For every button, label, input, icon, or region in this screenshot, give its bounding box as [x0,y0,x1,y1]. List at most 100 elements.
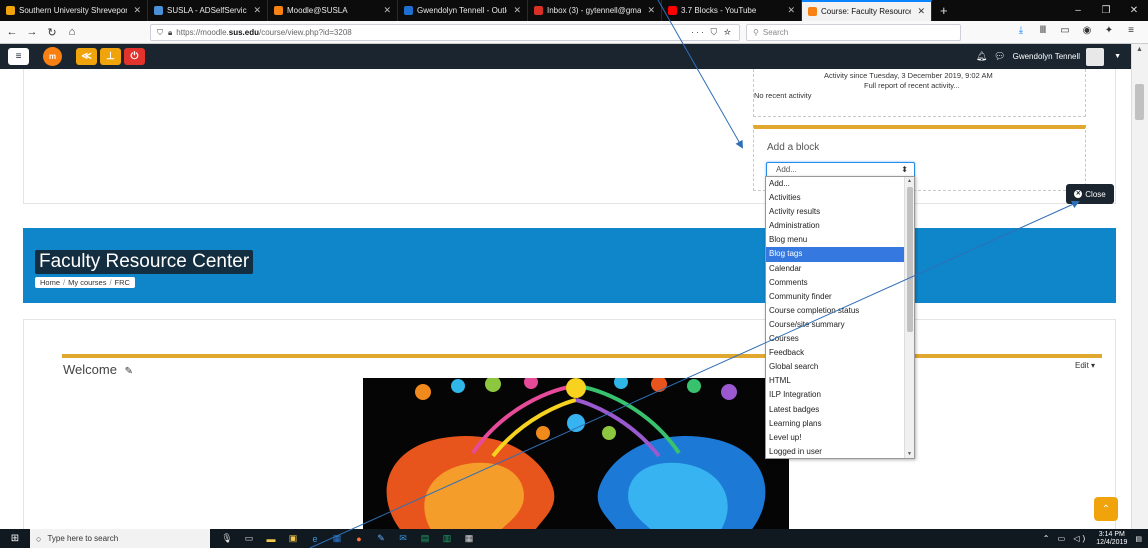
extensions-icon[interactable]: ✦ [1098,25,1120,36]
edge-icon[interactable]: e [304,529,326,548]
calculator-icon[interactable]: ▦ [458,529,480,548]
microphone-icon[interactable]: 🎙︎ [216,529,238,548]
dropdown-option[interactable]: Course completion status [766,304,905,318]
dropdown-scrollbar[interactable]: ▲ ▼ [904,177,914,458]
dropdown-options: Add... Activities Activity results Administ… [766,177,914,458]
dropdown-option[interactable]: HTML [766,374,905,388]
browser-search-input[interactable]: ⚲ Search [746,24,961,41]
breadcrumb-my-courses[interactable]: My courses [68,278,106,287]
download-icon[interactable]: ⤓ [1010,25,1032,36]
close-tab-icon[interactable]: ✕ [133,5,141,16]
excel-icon[interactable]: ▥ [436,529,458,548]
browser-tab-bar: Southern University Shrevepor ✕ SUSLA - … [0,0,1148,21]
windows-start-icon[interactable]: ⊞ [0,533,30,544]
paint-icon[interactable]: ✎ [370,529,392,548]
tab-gmail[interactable]: Inbox (3) - gytennell@gmail.co ✕ [528,0,662,21]
tab-outlook[interactable]: Gwendolyn Tennell - Outlook ✕ [398,0,528,21]
tab-moodle-susla[interactable]: Moodle@SUSLA ✕ [268,0,398,21]
close-tab-icon[interactable]: ✕ [787,5,795,16]
clock[interactable]: 3:14 PM 12/4/2019 [1096,531,1127,547]
store-icon[interactable]: ▣ [282,529,304,548]
breadcrumb-frc[interactable]: FRC [115,278,130,287]
tab-southern-university[interactable]: Southern University Shrevepor ✕ [0,0,148,21]
back-to-top-button[interactable]: ⌃ [1094,497,1118,521]
add-block-dropdown-list[interactable]: Add... Activities Activity results Administ… [765,176,915,459]
full-report-link[interactable]: Full report of recent activity... [864,81,960,90]
dropdown-option[interactable]: Level up! [766,431,905,445]
dropdown-option[interactable]: Global search [766,360,905,374]
dropdown-option[interactable]: Courses [766,332,905,346]
dropdown-option[interactable]: Administration [766,219,905,233]
minimize-icon[interactable]: – [1064,5,1092,16]
user-name[interactable]: Gwendolyn Tennell [1013,52,1080,61]
dropdown-option[interactable]: Learning plans [766,417,905,431]
restore-icon[interactable]: ❐ [1092,5,1120,16]
new-tab-button[interactable]: + [932,0,956,21]
close-tab-icon[interactable]: ✕ [647,5,655,16]
dropdown-option[interactable]: Comments [766,276,905,290]
dropdown-option[interactable]: Course/site summary [766,318,905,332]
messages-icon[interactable]: 💬︎ [994,51,1005,62]
tab-adselfservice[interactable]: SUSLA - ADSelfService Plus ✕ [148,0,268,21]
breadcrumb-home[interactable]: Home [40,278,60,287]
tracking-shield-icon[interactable]: ⛉ [157,28,163,38]
url-bar[interactable]: ⛉ 🔒︎ https://moodle.sus.edu/course/view.… [150,24,740,41]
back-icon[interactable]: ← [4,26,20,38]
dropdown-option[interactable]: Feedback [766,346,905,360]
share-icon[interactable]: ≪ [76,48,97,65]
user-menu[interactable]: 🔔︎ 💬︎ Gwendolyn Tennell ▼ [976,47,1121,66]
tab-youtube[interactable]: 3.7 Blocks - YouTube ✕ [662,0,802,21]
scroll-up-icon[interactable]: ▲ [1136,46,1143,53]
dropdown-option[interactable]: Blog tags [766,247,905,262]
close-tab-icon[interactable]: ✕ [513,5,521,16]
sidebar-icon[interactable]: ▭ [1054,25,1076,36]
lock-icon[interactable]: 🔒︎ [168,28,172,38]
nav-drawer-toggle-button[interactable]: ≡ [8,48,29,65]
firefox-icon[interactable]: ● [348,529,370,548]
close-tab-icon[interactable]: ✕ [383,5,391,16]
dropdown-option[interactable]: ILP Integration [766,388,905,402]
mail-icon[interactable]: ✉ [392,529,414,548]
page-scrollbar[interactable]: ▲ [1131,44,1148,529]
power-icon[interactable]: ⏻ [124,48,145,65]
close-window-icon[interactable]: ✕ [1120,5,1148,16]
page-actions-icon[interactable]: ··· ⛉ ☆ [691,27,733,38]
publisher-icon[interactable]: ▤ [414,529,436,548]
close-tab-icon[interactable]: ✕ [253,5,261,16]
task-view-icon[interactable]: ▭ [238,529,260,548]
home-icon[interactable]: ⌂ [64,26,80,38]
notifications-icon[interactable]: ▤ [1135,535,1142,543]
close-button[interactable]: ✕ Close [1066,184,1114,204]
dropdown-option[interactable]: Blog menu [766,233,905,247]
chevron-down-icon[interactable]: ▼ [1114,53,1121,60]
moodle-logo-icon[interactable]: m [43,47,62,66]
dropdown-option[interactable]: Activity results [766,205,905,219]
file-explorer-icon[interactable]: ▬ [260,529,282,548]
hamburger-menu-icon[interactable]: ≡ [1120,25,1142,36]
scroll-up-icon[interactable]: ▲ [907,178,912,184]
forward-icon[interactable]: → [24,26,40,38]
reload-icon[interactable]: ↻ [44,26,60,39]
taskbar-search-input[interactable]: ○ Type here to search [30,529,210,548]
dropdown-option[interactable]: Community finder [766,290,905,304]
close-tab-icon[interactable]: ✕ [917,6,925,17]
library-icon[interactable]: Ⅲ [1032,25,1054,36]
edit-pencil-icon[interactable]: ✎ [125,366,133,377]
notifications-bell-icon[interactable]: 🔔︎ [976,51,987,62]
dropdown-option[interactable]: Latest badges [766,403,905,417]
edit-label[interactable]: Edit [1075,361,1089,370]
dropdown-option[interactable]: Add... [766,177,905,191]
dropdown-option[interactable]: Calendar [766,262,905,276]
scroll-down-icon[interactable]: ▼ [907,451,912,457]
network-icon[interactable]: ⊥ [100,48,121,65]
avatar[interactable] [1086,47,1105,66]
dropdown-scrollbar-thumb[interactable] [907,187,913,332]
tray-icons[interactable]: ⌃ ▭ ◁) [1043,534,1089,543]
section-edit-menu[interactable]: Edit ▾ [1075,361,1095,370]
tab-course-frc[interactable]: Course: Faculty Resource Cent ✕ [802,0,932,21]
dropdown-option[interactable]: Activities [766,191,905,205]
account-icon[interactable]: ◉ [1076,25,1098,36]
scrollbar-thumb[interactable] [1135,84,1144,120]
dropdown-option[interactable]: Logged in user [766,445,905,458]
word-icon[interactable]: ▦ [326,529,348,548]
